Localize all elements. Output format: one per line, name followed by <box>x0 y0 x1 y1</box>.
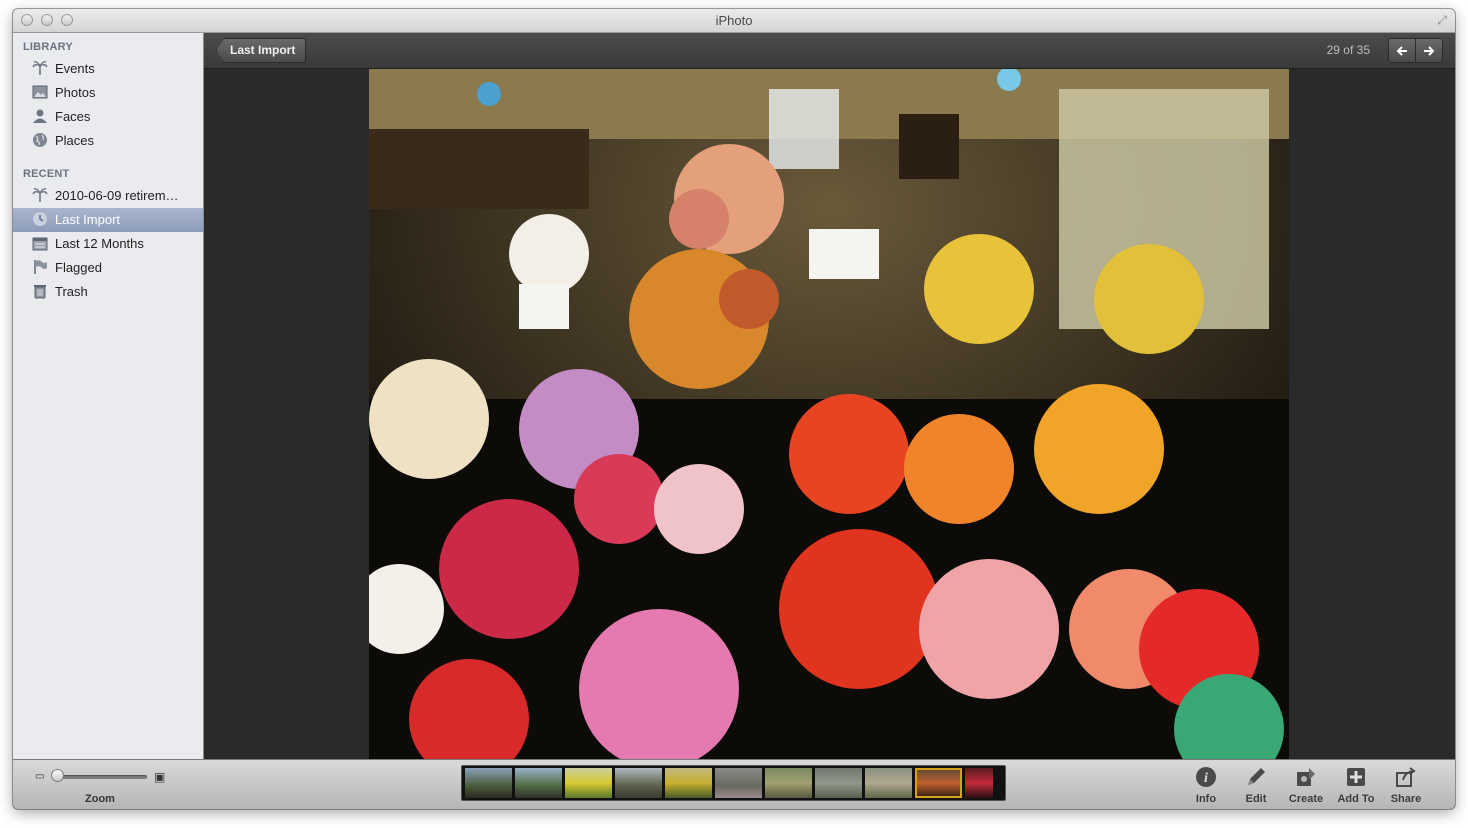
previous-photo-button[interactable] <box>1389 39 1415 62</box>
palm-tree-icon <box>31 187 49 205</box>
sidebar-item-event-retirement[interactable]: 2010-06-09 retirem… <box>13 184 203 208</box>
sidebar-item-label: Photos <box>55 85 96 100</box>
zoom-small-icon: ▭ <box>35 771 45 782</box>
zoom-label: Zoom <box>85 793 115 805</box>
sidebar-item-label: 2010-06-09 retirem… <box>55 188 179 203</box>
filmstrip-thumbnail[interactable] <box>665 768 712 798</box>
sidebar-item-label: Events <box>55 61 95 76</box>
filmstrip-thumbnail-current[interactable] <box>915 768 962 798</box>
trash-icon <box>31 283 49 301</box>
filmstrip-thumbnail[interactable] <box>765 768 812 798</box>
sidebar-item-faces[interactable]: Faces <box>13 105 203 129</box>
recent-header: RECENT <box>23 168 70 180</box>
next-photo-button[interactable] <box>1415 39 1442 62</box>
add-to-label: Add To <box>1337 793 1375 805</box>
filmstrip-thumbnail[interactable] <box>865 768 912 798</box>
arrow-left-icon <box>1396 46 1407 57</box>
create-icon <box>1294 766 1318 788</box>
svg-text:i: i <box>1204 771 1208 786</box>
filmstrip-thumbnail[interactable] <box>465 768 512 798</box>
sidebar-item-places[interactable]: Places <box>13 129 203 153</box>
palm-tree-icon <box>31 60 49 78</box>
calendar-icon <box>31 235 49 253</box>
filmstrip-thumbnail[interactable] <box>715 768 762 798</box>
arrow-right-icon <box>1424 46 1435 57</box>
zoom-large-icon: ▣ <box>154 770 166 784</box>
clock-icon <box>31 211 49 229</box>
filmstrip-thumbnail[interactable] <box>565 768 612 798</box>
globe-icon <box>31 132 49 150</box>
photo-icon <box>31 84 49 102</box>
window-title: iPhoto <box>715 13 753 28</box>
sidebar-item-events[interactable]: Events <box>13 57 203 81</box>
sidebar-item-label: Faces <box>55 109 91 124</box>
filmstrip-thumbnail[interactable] <box>815 768 862 798</box>
info-button[interactable]: i Info <box>1181 766 1231 805</box>
sidebar-item-trash[interactable]: Trash <box>13 280 203 304</box>
pencil-icon <box>1244 766 1268 788</box>
iphoto-window: iPhoto ⤢ LIBRARY Events Photos Faces Pla… <box>13 9 1455 809</box>
sidebar-item-photos[interactable]: Photos <box>13 81 203 105</box>
sidebar-item-label: Last Import <box>55 212 121 227</box>
filmstrip[interactable] <box>461 765 1006 801</box>
edit-button[interactable]: Edit <box>1231 766 1281 805</box>
photo-viewer <box>204 69 1455 759</box>
sidebar-item-label: Places <box>55 133 95 148</box>
filmstrip-thumbnail[interactable] <box>615 768 662 798</box>
sidebar-item-label: Trash <box>55 284 88 299</box>
filmstrip-thumbnail[interactable] <box>965 768 993 798</box>
sidebar-item-last-import[interactable]: Last Import <box>13 208 203 232</box>
sidebar-item-last-12-months[interactable]: Last 12 Months <box>13 232 203 256</box>
title-bar: iPhoto ⤢ <box>13 9 1455 33</box>
person-icon <box>31 108 49 126</box>
add-to-button[interactable]: Add To <box>1331 766 1381 805</box>
flower-market-photo[interactable] <box>369 69 1289 759</box>
edit-label: Edit <box>1245 793 1267 805</box>
bottom-toolbar: ▭ ▣ Zoom i Info Edit Create Add To Share <box>13 759 1455 809</box>
share-button[interactable]: Share <box>1381 766 1431 805</box>
share-icon <box>1394 766 1418 788</box>
sidebar-item-label: Flagged <box>55 260 102 275</box>
back-to-last-import-button[interactable]: Last Import <box>216 38 307 63</box>
library-header: LIBRARY <box>23 41 73 53</box>
viewer-toolbar: Last Import 29 of 35 <box>204 33 1455 69</box>
sidebar-item-label: Last 12 Months <box>55 236 144 251</box>
create-label: Create <box>1288 793 1324 805</box>
fullscreen-icon[interactable]: ⤢ <box>1437 13 1447 28</box>
zoom-slider[interactable] <box>55 775 147 779</box>
info-icon: i <box>1194 766 1218 788</box>
share-label: Share <box>1390 793 1422 805</box>
zoom-slider-knob[interactable] <box>51 769 64 782</box>
photo-navigation <box>1388 38 1443 63</box>
sidebar-item-flagged[interactable]: Flagged <box>13 256 203 280</box>
photo-counter: 29 of 35 <box>1326 43 1370 57</box>
flag-icon <box>31 259 49 277</box>
filmstrip-thumbnail[interactable] <box>515 768 562 798</box>
create-button[interactable]: Create <box>1281 766 1331 805</box>
info-label: Info <box>1195 793 1217 805</box>
sidebar: LIBRARY Events Photos Faces Places RECEN… <box>13 33 204 759</box>
plus-icon <box>1344 766 1368 788</box>
